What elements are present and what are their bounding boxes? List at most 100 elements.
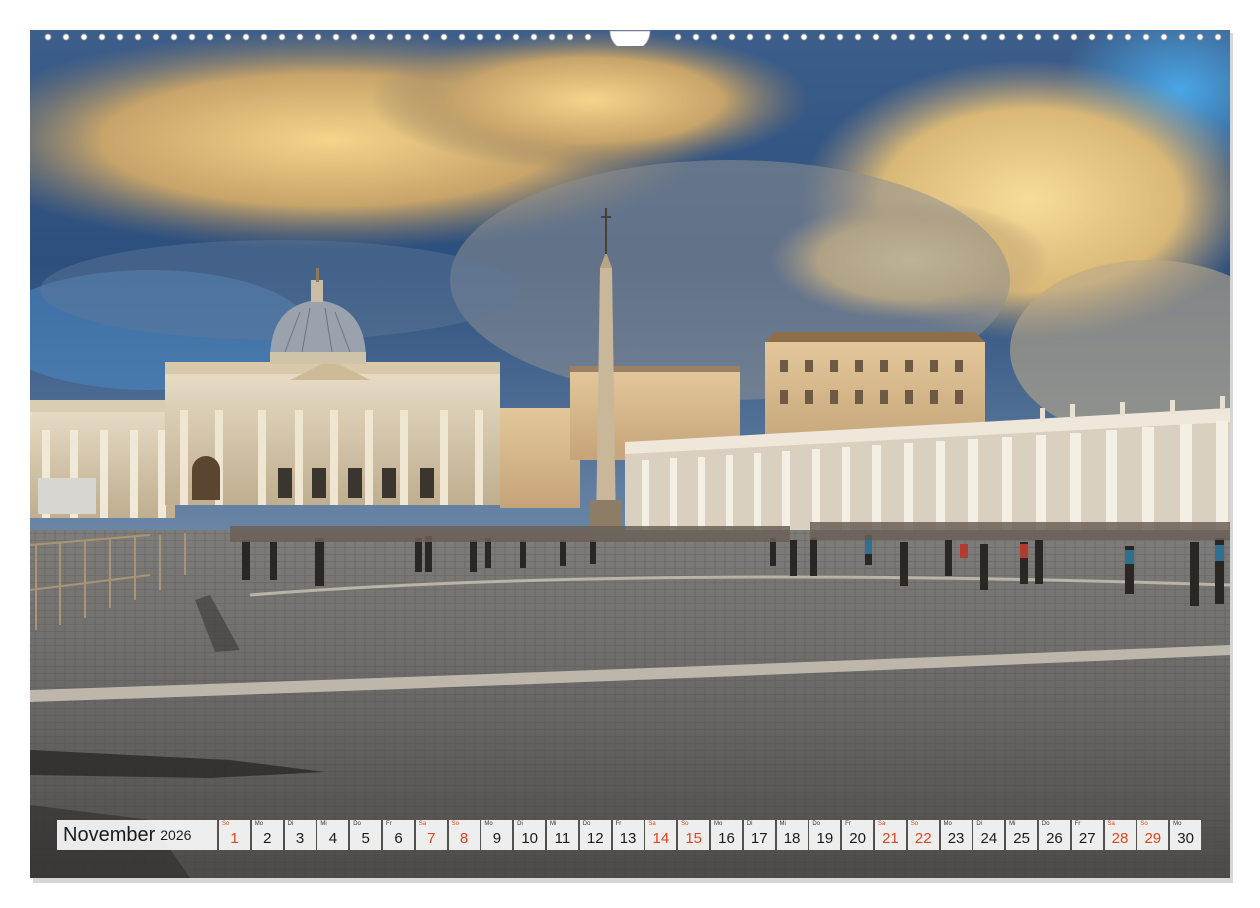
weekday-label: So	[910, 821, 919, 827]
calendar-strip: November 2026 So 1 Mo 2 Di 3 Mi 4 Do 5 Fr 6 Sa 7 So 8 Mo…	[57, 820, 1203, 850]
binding-hole	[872, 33, 880, 41]
binding-hole	[1124, 33, 1132, 41]
binding-hole	[548, 33, 556, 41]
weekday-label: Fr	[1074, 821, 1081, 827]
day-cell: Mi 4	[317, 820, 349, 850]
binding-hole	[458, 33, 466, 41]
binding-hole	[512, 33, 520, 41]
weekday-label: So	[681, 821, 689, 827]
binding-hole	[710, 33, 718, 41]
day-cell: So 1	[219, 820, 250, 850]
binding-hole	[422, 33, 430, 41]
binding-hole	[1016, 33, 1024, 41]
day-number: 2	[263, 830, 272, 847]
day-cell: Fr 13	[612, 820, 644, 850]
binding-hole	[80, 33, 88, 41]
weekday-label: Fr	[845, 821, 851, 827]
day-cell: Di 24	[973, 820, 1005, 850]
binding-hole	[494, 33, 502, 41]
day-number: 15	[685, 830, 702, 847]
day-number: 9	[492, 830, 502, 847]
day-cell: Mo 9	[481, 820, 513, 850]
day-cell: Do 5	[350, 820, 382, 850]
day-cell: Sa 7	[415, 820, 447, 850]
binding-hole	[944, 33, 952, 41]
year-label: 2026	[160, 827, 192, 843]
day-number: 14	[652, 830, 670, 847]
binding-hole	[170, 33, 178, 41]
binding-hole	[1196, 33, 1204, 41]
day-cell: So 22	[907, 820, 939, 850]
weekday-label: So	[1140, 821, 1148, 827]
binding-hole	[296, 33, 304, 41]
day-number: 4	[328, 830, 338, 847]
day-cell: Do 26	[1038, 820, 1070, 850]
weekday-label: Di	[976, 821, 982, 827]
binding-hole	[386, 33, 394, 41]
binding-hole	[980, 33, 988, 41]
binding-hole	[818, 33, 826, 41]
weekday-label: Sa	[1107, 821, 1115, 827]
binding-hole	[134, 33, 142, 41]
calendar-page: November 2026 So 1 Mo 2 Di 3 Mi 4 Do 5 Fr 6 Sa 7 So 8 Mo…	[0, 0, 1260, 908]
day-number: 12	[586, 830, 604, 847]
weekday-label: Mo	[254, 821, 264, 827]
day-cell: Di 10	[514, 820, 546, 850]
day-cell: Do 12	[579, 820, 611, 850]
binding-hole	[674, 33, 682, 41]
day-cell: Sa 21	[874, 820, 906, 850]
binding-hole	[530, 33, 538, 41]
weekday-label: Sa	[877, 821, 886, 827]
weekday-label: Mo	[484, 821, 493, 827]
binding-hole	[1052, 33, 1060, 41]
day-number: 21	[882, 830, 899, 847]
binding-hole	[782, 33, 790, 41]
binding-hole	[1070, 33, 1078, 41]
day-number: 13	[619, 830, 637, 847]
day-cell: Sa 28	[1104, 820, 1136, 850]
weekday-label: Mi	[549, 821, 557, 827]
weekday-label: Mi	[320, 821, 327, 827]
binding-hole	[206, 33, 214, 41]
day-number: 16	[718, 830, 735, 847]
binding-hole	[1214, 33, 1222, 41]
day-cell: Mo 23	[940, 820, 972, 850]
weekday-label: Mi	[1009, 821, 1016, 827]
binding-hole	[476, 33, 484, 41]
binding-hole	[728, 33, 736, 41]
binding-hole	[926, 33, 934, 41]
binding-hole	[404, 33, 412, 41]
binding-hole	[1142, 33, 1150, 41]
binding-hole	[440, 33, 448, 41]
day-cell: Di 17	[743, 820, 775, 850]
binding-hole	[116, 33, 124, 41]
day-number: 30	[1177, 830, 1194, 847]
binding-hole	[1106, 33, 1114, 41]
binding-hole	[890, 33, 898, 41]
binding-hole	[692, 33, 700, 41]
binding-hole	[350, 33, 358, 41]
weekday-label: Di	[746, 821, 753, 827]
day-cell: Mi 18	[776, 820, 808, 850]
day-cell: Di 3	[284, 820, 316, 850]
binding-hole	[224, 33, 232, 41]
month-label-box: November 2026	[57, 820, 217, 850]
binding-hole	[314, 33, 322, 41]
day-number: 20	[849, 830, 866, 847]
day-cell: So 29	[1137, 820, 1169, 850]
day-cell: Fr 27	[1071, 820, 1103, 850]
day-number: 22	[914, 830, 932, 847]
day-number: 6	[394, 830, 403, 847]
binding-hole	[1088, 33, 1096, 41]
day-number: 27	[1078, 830, 1096, 847]
binding-hole	[746, 33, 754, 41]
weekday-label: Fr	[385, 821, 392, 827]
binding-hole	[800, 33, 808, 41]
day-number: 7	[427, 830, 436, 847]
binding-hole	[188, 33, 196, 41]
weekday-label: Sa	[648, 821, 656, 827]
binding-hole	[962, 33, 970, 41]
binding-hole	[260, 33, 268, 41]
day-number: 19	[816, 830, 834, 847]
weekday-label: Fr	[615, 821, 622, 827]
